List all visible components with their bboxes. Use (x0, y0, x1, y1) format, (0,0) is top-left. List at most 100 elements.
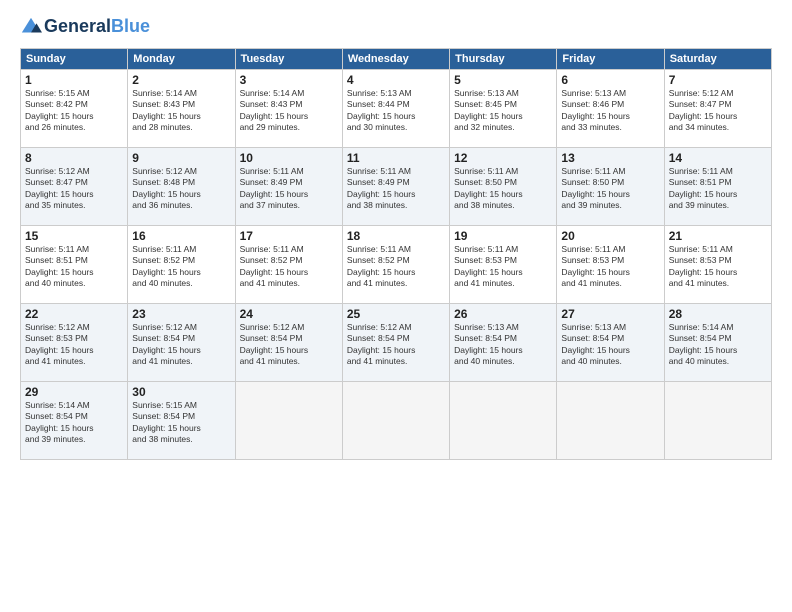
day-info: Sunrise: 5:12 AM Sunset: 8:54 PM Dayligh… (347, 322, 445, 368)
day-info: Sunrise: 5:14 AM Sunset: 8:43 PM Dayligh… (240, 88, 338, 134)
calendar-cell: 25Sunrise: 5:12 AM Sunset: 8:54 PM Dayli… (342, 304, 449, 382)
calendar-cell: 22Sunrise: 5:12 AM Sunset: 8:53 PM Dayli… (21, 304, 128, 382)
day-number: 27 (561, 307, 659, 321)
day-number: 28 (669, 307, 767, 321)
day-info: Sunrise: 5:14 AM Sunset: 8:54 PM Dayligh… (669, 322, 767, 368)
calendar-week-2: 15Sunrise: 5:11 AM Sunset: 8:51 PM Dayli… (21, 226, 772, 304)
calendar-week-1: 8Sunrise: 5:12 AM Sunset: 8:47 PM Daylig… (21, 148, 772, 226)
day-number: 17 (240, 229, 338, 243)
day-info: Sunrise: 5:11 AM Sunset: 8:49 PM Dayligh… (347, 166, 445, 212)
day-number: 6 (561, 73, 659, 87)
day-number: 13 (561, 151, 659, 165)
day-number: 7 (669, 73, 767, 87)
calendar-cell: 12Sunrise: 5:11 AM Sunset: 8:50 PM Dayli… (450, 148, 557, 226)
day-info: Sunrise: 5:14 AM Sunset: 8:54 PM Dayligh… (25, 400, 123, 446)
calendar-cell: 24Sunrise: 5:12 AM Sunset: 8:54 PM Dayli… (235, 304, 342, 382)
day-number: 20 (561, 229, 659, 243)
calendar-cell: 2Sunrise: 5:14 AM Sunset: 8:43 PM Daylig… (128, 70, 235, 148)
calendar-cell: 30Sunrise: 5:15 AM Sunset: 8:54 PM Dayli… (128, 382, 235, 460)
day-number: 25 (347, 307, 445, 321)
calendar-table: SundayMondayTuesdayWednesdayThursdayFrid… (20, 48, 772, 460)
calendar-cell: 7Sunrise: 5:12 AM Sunset: 8:47 PM Daylig… (664, 70, 771, 148)
day-number: 11 (347, 151, 445, 165)
calendar-cell (557, 382, 664, 460)
calendar-cell: 20Sunrise: 5:11 AM Sunset: 8:53 PM Dayli… (557, 226, 664, 304)
day-number: 12 (454, 151, 552, 165)
day-info: Sunrise: 5:11 AM Sunset: 8:51 PM Dayligh… (669, 166, 767, 212)
calendar-week-4: 29Sunrise: 5:14 AM Sunset: 8:54 PM Dayli… (21, 382, 772, 460)
weekday-header-friday: Friday (557, 49, 664, 70)
day-number: 26 (454, 307, 552, 321)
day-info: Sunrise: 5:12 AM Sunset: 8:53 PM Dayligh… (25, 322, 123, 368)
day-number: 19 (454, 229, 552, 243)
day-info: Sunrise: 5:12 AM Sunset: 8:47 PM Dayligh… (25, 166, 123, 212)
calendar-cell: 26Sunrise: 5:13 AM Sunset: 8:54 PM Dayli… (450, 304, 557, 382)
calendar-cell (342, 382, 449, 460)
day-info: Sunrise: 5:13 AM Sunset: 8:54 PM Dayligh… (561, 322, 659, 368)
day-info: Sunrise: 5:11 AM Sunset: 8:51 PM Dayligh… (25, 244, 123, 290)
calendar-cell: 9Sunrise: 5:12 AM Sunset: 8:48 PM Daylig… (128, 148, 235, 226)
calendar-cell: 5Sunrise: 5:13 AM Sunset: 8:45 PM Daylig… (450, 70, 557, 148)
calendar-week-0: 1Sunrise: 5:15 AM Sunset: 8:42 PM Daylig… (21, 70, 772, 148)
day-info: Sunrise: 5:11 AM Sunset: 8:53 PM Dayligh… (454, 244, 552, 290)
day-number: 14 (669, 151, 767, 165)
weekday-header-sunday: Sunday (21, 49, 128, 70)
day-number: 16 (132, 229, 230, 243)
calendar-cell: 16Sunrise: 5:11 AM Sunset: 8:52 PM Dayli… (128, 226, 235, 304)
calendar-cell: 4Sunrise: 5:13 AM Sunset: 8:44 PM Daylig… (342, 70, 449, 148)
day-info: Sunrise: 5:11 AM Sunset: 8:53 PM Dayligh… (561, 244, 659, 290)
day-info: Sunrise: 5:13 AM Sunset: 8:45 PM Dayligh… (454, 88, 552, 134)
day-info: Sunrise: 5:11 AM Sunset: 8:53 PM Dayligh… (669, 244, 767, 290)
calendar-cell (235, 382, 342, 460)
day-number: 4 (347, 73, 445, 87)
day-info: Sunrise: 5:12 AM Sunset: 8:54 PM Dayligh… (132, 322, 230, 368)
day-number: 8 (25, 151, 123, 165)
weekday-header-saturday: Saturday (664, 49, 771, 70)
day-info: Sunrise: 5:15 AM Sunset: 8:54 PM Dayligh… (132, 400, 230, 446)
day-info: Sunrise: 5:12 AM Sunset: 8:48 PM Dayligh… (132, 166, 230, 212)
day-info: Sunrise: 5:14 AM Sunset: 8:43 PM Dayligh… (132, 88, 230, 134)
calendar-cell: 28Sunrise: 5:14 AM Sunset: 8:54 PM Dayli… (664, 304, 771, 382)
day-info: Sunrise: 5:13 AM Sunset: 8:44 PM Dayligh… (347, 88, 445, 134)
calendar-cell: 3Sunrise: 5:14 AM Sunset: 8:43 PM Daylig… (235, 70, 342, 148)
weekday-header-monday: Monday (128, 49, 235, 70)
day-number: 5 (454, 73, 552, 87)
weekday-row: SundayMondayTuesdayWednesdayThursdayFrid… (21, 49, 772, 70)
calendar-cell: 27Sunrise: 5:13 AM Sunset: 8:54 PM Dayli… (557, 304, 664, 382)
day-number: 1 (25, 73, 123, 87)
calendar-cell (450, 382, 557, 460)
day-number: 21 (669, 229, 767, 243)
day-info: Sunrise: 5:11 AM Sunset: 8:52 PM Dayligh… (347, 244, 445, 290)
calendar-cell: 6Sunrise: 5:13 AM Sunset: 8:46 PM Daylig… (557, 70, 664, 148)
day-info: Sunrise: 5:13 AM Sunset: 8:54 PM Dayligh… (454, 322, 552, 368)
day-number: 3 (240, 73, 338, 87)
day-info: Sunrise: 5:13 AM Sunset: 8:46 PM Dayligh… (561, 88, 659, 134)
calendar-body: 1Sunrise: 5:15 AM Sunset: 8:42 PM Daylig… (21, 70, 772, 460)
day-info: Sunrise: 5:12 AM Sunset: 8:47 PM Dayligh… (669, 88, 767, 134)
logo-icon (20, 16, 42, 38)
day-number: 23 (132, 307, 230, 321)
day-number: 10 (240, 151, 338, 165)
day-info: Sunrise: 5:11 AM Sunset: 8:52 PM Dayligh… (132, 244, 230, 290)
weekday-header-thursday: Thursday (450, 49, 557, 70)
calendar-cell: 29Sunrise: 5:14 AM Sunset: 8:54 PM Dayli… (21, 382, 128, 460)
calendar-cell: 17Sunrise: 5:11 AM Sunset: 8:52 PM Dayli… (235, 226, 342, 304)
calendar-week-3: 22Sunrise: 5:12 AM Sunset: 8:53 PM Dayli… (21, 304, 772, 382)
calendar-cell: 23Sunrise: 5:12 AM Sunset: 8:54 PM Dayli… (128, 304, 235, 382)
day-number: 30 (132, 385, 230, 399)
day-number: 9 (132, 151, 230, 165)
calendar-cell: 11Sunrise: 5:11 AM Sunset: 8:49 PM Dayli… (342, 148, 449, 226)
day-info: Sunrise: 5:11 AM Sunset: 8:52 PM Dayligh… (240, 244, 338, 290)
day-info: Sunrise: 5:12 AM Sunset: 8:54 PM Dayligh… (240, 322, 338, 368)
logo-text: GeneralBlue (44, 17, 150, 37)
weekday-header-tuesday: Tuesday (235, 49, 342, 70)
day-info: Sunrise: 5:11 AM Sunset: 8:50 PM Dayligh… (454, 166, 552, 212)
calendar-cell (664, 382, 771, 460)
calendar-cell: 13Sunrise: 5:11 AM Sunset: 8:50 PM Dayli… (557, 148, 664, 226)
day-number: 22 (25, 307, 123, 321)
calendar-cell: 14Sunrise: 5:11 AM Sunset: 8:51 PM Dayli… (664, 148, 771, 226)
day-number: 2 (132, 73, 230, 87)
calendar-cell: 15Sunrise: 5:11 AM Sunset: 8:51 PM Dayli… (21, 226, 128, 304)
weekday-header-wednesday: Wednesday (342, 49, 449, 70)
logo: GeneralBlue (20, 16, 150, 38)
